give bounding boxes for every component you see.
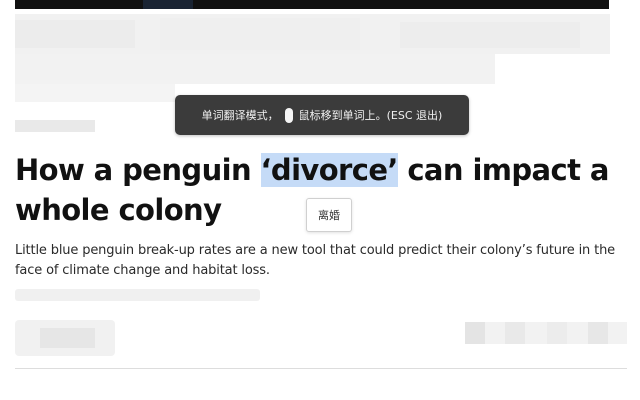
blurred-share-button[interactable] xyxy=(505,322,525,344)
blurred-share-button[interactable] xyxy=(588,322,608,344)
translation-popup: 离婚 xyxy=(306,198,352,232)
article-summary: Little blue penguin break-up rates are a… xyxy=(15,243,616,278)
banner-text-before: 单词翻译模式， xyxy=(201,109,279,122)
translation-mode-banner: 单词翻译模式， 鼠标移到单词上。(ESC 退出) xyxy=(175,95,469,135)
translation-text: 离婚 xyxy=(318,209,340,222)
blurred-byline xyxy=(15,289,260,301)
page: 单词翻译模式， 鼠标移到单词上。(ESC 退出) How a penguin ‘… xyxy=(0,0,640,400)
blurred-content xyxy=(15,120,95,132)
article-hero-image[interactable] xyxy=(15,0,609,9)
blurred-content xyxy=(15,54,495,84)
divider xyxy=(15,368,627,369)
blurred-content xyxy=(15,20,135,48)
headline-text-before: How a penguin xyxy=(15,153,261,187)
blurred-share-button[interactable] xyxy=(547,322,567,344)
banner-text-after: 鼠标移到单词上。(ESC 退出) xyxy=(298,109,443,122)
blurred-content xyxy=(15,84,175,102)
hero-image-detail xyxy=(143,0,193,9)
mouse-icon xyxy=(284,107,293,123)
blurred-share-button[interactable] xyxy=(465,322,485,344)
blurred-author-detail xyxy=(40,328,95,348)
blurred-content xyxy=(160,18,360,50)
blurred-content xyxy=(400,22,580,48)
highlighted-word[interactable]: ‘divorce’ xyxy=(260,153,398,187)
